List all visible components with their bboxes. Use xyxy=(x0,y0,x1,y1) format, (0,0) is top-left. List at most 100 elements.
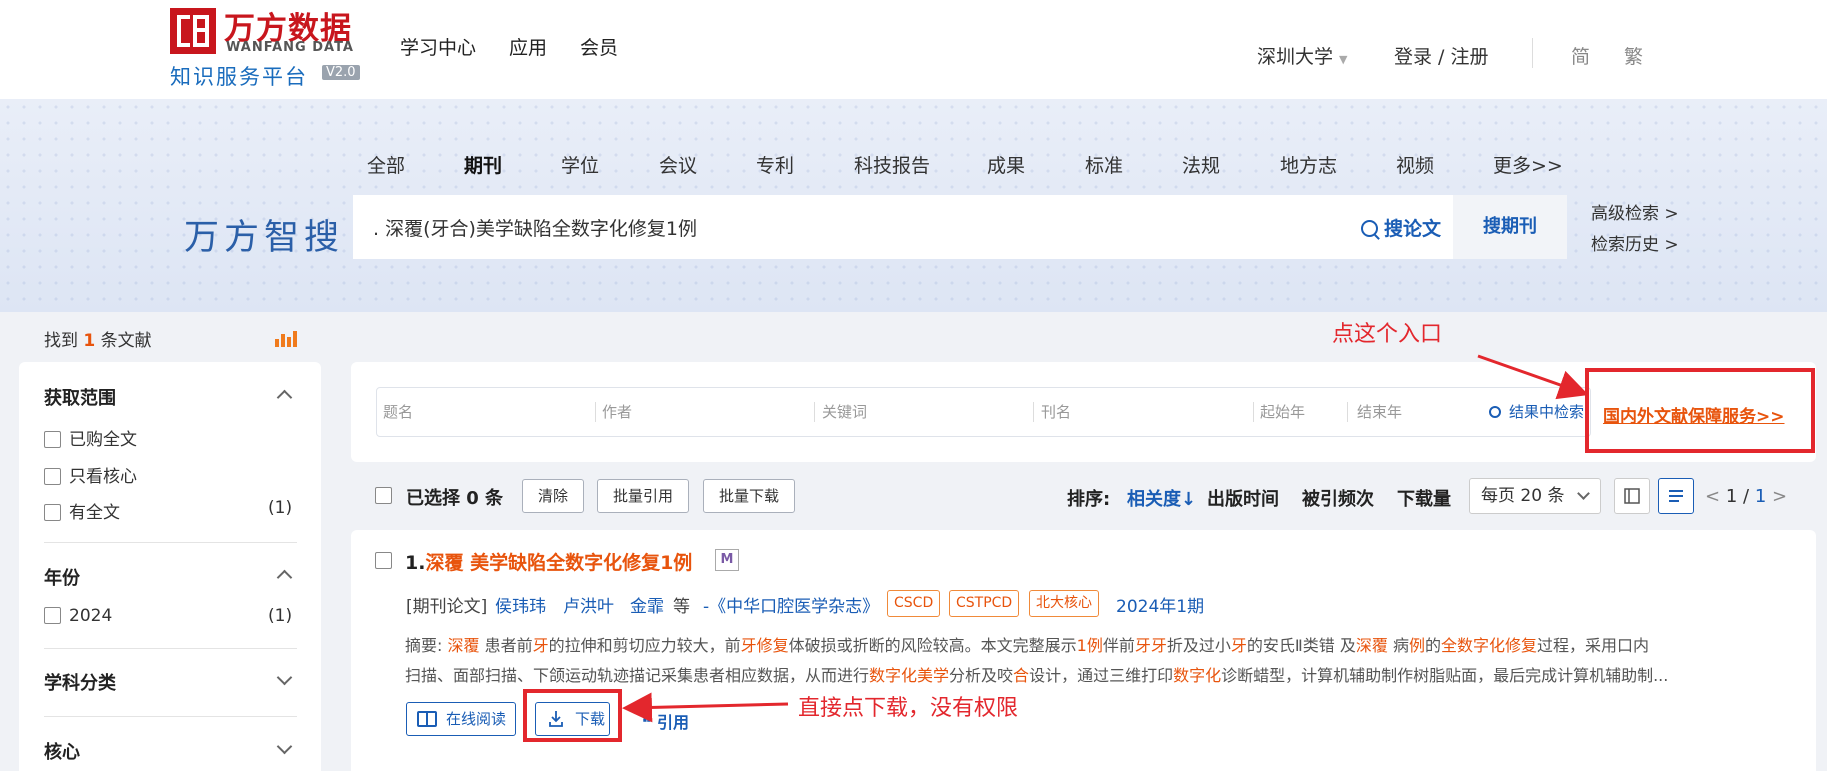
tab-more[interactable]: 更多>> xyxy=(1493,151,1563,178)
cite-button[interactable]: ❝ 引用 xyxy=(642,709,689,733)
advanced-search-link[interactable]: 高级检索 > xyxy=(1591,199,1679,224)
selected-count: 已选择 0 条 xyxy=(406,488,504,509)
abstract-text: 的拉伸和剪切应力较大，前 xyxy=(548,636,741,655)
author-link[interactable]: 侯玮玮 xyxy=(495,592,546,617)
filter-author-input[interactable]: 作者 xyxy=(602,388,782,436)
per-page-select[interactable]: 每页 20 条 xyxy=(1469,478,1601,514)
divider xyxy=(44,648,297,649)
tab-regulation[interactable]: 法规 xyxy=(1182,151,1220,178)
wanfang-logo[interactable]: 万方数据 WANFANG DATA 知识服务平台 V2.0 xyxy=(168,3,368,89)
checkbox[interactable] xyxy=(44,431,61,448)
abstract-text: 伴前 xyxy=(1102,636,1135,655)
search-journal-button[interactable]: 搜期刊 xyxy=(1453,195,1567,259)
author-link[interactable]: 卢洪叶 xyxy=(563,592,614,617)
chevron-up-icon[interactable] xyxy=(276,389,293,406)
annotation-entry-note: 点这个入口 xyxy=(1332,322,1443,347)
abstract-text: 体破损或折断的风险较高。本文完整展示 xyxy=(788,636,1077,655)
result-count-number: 1 xyxy=(83,331,96,351)
abstract-highlight: 全数字化修复 xyxy=(1441,636,1538,655)
issue-link[interactable]: 2024年1期 xyxy=(1116,592,1204,617)
tab-standard[interactable]: 标准 xyxy=(1085,151,1123,178)
filter-start-year-input[interactable]: 起始年 xyxy=(1260,388,1340,436)
lang-traditional[interactable]: 繁 xyxy=(1624,42,1643,69)
page-prev-button[interactable]: < xyxy=(1705,486,1720,507)
result-title-link[interactable]: 1.深覆 美学缺陷全数字化修复1例 xyxy=(405,548,692,575)
abstract-highlight: 牙 xyxy=(1230,636,1247,655)
nav-learning-center[interactable]: 学习中心 xyxy=(400,33,476,60)
search-banner: 全部 期刊 学位 会议 专利 科技报告 成果 标准 法规 地方志 视频 更多>>… xyxy=(0,99,1827,312)
author-link[interactable]: 金霏 xyxy=(630,592,664,617)
abstract-line-2: 扫描、面部扫描、下颌运动轨迹描记采集患者相应数据，从而进行数字化美学分析及咬合设… xyxy=(405,662,1787,686)
batch-cite-button[interactable]: 批量引用 xyxy=(597,479,689,513)
nav-membership[interactable]: 会员 xyxy=(580,33,618,60)
checkbox[interactable] xyxy=(44,504,61,521)
grid-view-icon[interactable] xyxy=(1614,478,1650,514)
search-papers-button[interactable]: 搜论文 xyxy=(1360,214,1441,241)
sort-downloads[interactable]: 下载量 xyxy=(1397,485,1451,511)
page-current: 1 xyxy=(1725,486,1738,507)
abstract-text: 扫描、面部扫描、下颌运动轨迹描记采集患者相应数据，从而进行 xyxy=(405,666,870,685)
secondary-search-fields: 题名 作者 关键词 刊名 起始年 结束年 结果中检索 xyxy=(376,387,1591,437)
abstract-text: 分析及咬 xyxy=(949,666,1014,685)
abstract-text: 患者前 xyxy=(479,636,533,655)
abstract-line-1: 摘要: 深覆 患者前牙的拉伸和剪切应力较大，前牙修复体破损或折断的风险较高。本文… xyxy=(405,632,1787,656)
page-next-button[interactable]: > xyxy=(1772,486,1787,507)
read-online-button[interactable]: 在线阅读 xyxy=(406,702,516,736)
tab-tech-report[interactable]: 科技报告 xyxy=(854,151,930,178)
tab-all[interactable]: 全部 xyxy=(367,151,405,178)
sort-relevance[interactable]: 相关度↓ xyxy=(1127,485,1196,511)
filter-journal-input[interactable]: 刊名 xyxy=(1041,388,1221,436)
divider xyxy=(814,402,815,422)
facet-option-has-fulltext[interactable]: 有全文 xyxy=(44,498,120,523)
checkbox[interactable] xyxy=(44,468,61,485)
facet-scope-title[interactable]: 获取范围 xyxy=(44,384,116,410)
statistics-chart-icon[interactable] xyxy=(275,327,297,347)
result-checkbox[interactable] xyxy=(375,552,392,569)
search-history-link[interactable]: 检索历史 > xyxy=(1591,230,1679,255)
facet-year-title[interactable]: 年份 xyxy=(44,564,80,590)
facet-subject-title[interactable]: 学科分类 xyxy=(44,669,116,695)
annotation-download-note: 直接点下载，没有权限 xyxy=(798,696,1019,721)
tab-journal[interactable]: 期刊 xyxy=(464,151,502,178)
select-all-checkbox[interactable] xyxy=(375,487,392,504)
institution-selector[interactable]: 深圳大学 ▼ xyxy=(1257,42,1347,69)
filter-title-input[interactable]: 题名 xyxy=(383,388,563,436)
chevron-down-icon[interactable] xyxy=(276,738,293,755)
tab-local-chronicle[interactable]: 地方志 xyxy=(1280,151,1337,178)
search-in-results-button[interactable]: 结果中检索 xyxy=(1489,388,1584,436)
abstract-text: 摘要: xyxy=(405,636,448,655)
facet-option-year-2024[interactable]: 2024 xyxy=(44,606,112,626)
tab-degree[interactable]: 学位 xyxy=(561,151,599,178)
tab-achievement[interactable]: 成果 xyxy=(987,151,1025,178)
lang-simplified[interactable]: 简 xyxy=(1571,42,1590,69)
page-total[interactable]: 1 xyxy=(1755,486,1766,507)
annotation-box-download xyxy=(523,689,622,742)
filter-end-year-input[interactable]: 结束年 xyxy=(1357,388,1437,436)
chevron-up-icon[interactable] xyxy=(276,569,293,586)
sort-citations[interactable]: 被引频次 xyxy=(1302,485,1374,511)
facet-option-purchased[interactable]: 已购全文 xyxy=(44,425,137,450)
checkbox[interactable] xyxy=(44,607,61,624)
search-input[interactable] xyxy=(373,195,1353,259)
tab-conference[interactable]: 会议 xyxy=(659,151,697,178)
facet-count: (1) xyxy=(268,498,293,518)
divider xyxy=(44,716,297,717)
list-view-icon[interactable] xyxy=(1658,478,1694,514)
divider xyxy=(1033,402,1034,422)
abstract-text: 的 xyxy=(1425,636,1442,655)
result-count: 找到 1 条文献 xyxy=(44,331,152,351)
clear-button[interactable]: 清除 xyxy=(522,479,584,513)
abstract-text: 的安氏Ⅱ类错 及 xyxy=(1246,636,1356,655)
sort-publish-date[interactable]: 出版时间 xyxy=(1207,485,1279,511)
facet-option-core-only[interactable]: 只看核心 xyxy=(44,462,137,487)
chevron-down-icon[interactable] xyxy=(276,669,293,686)
login-register-link[interactable]: 登录 / 注册 xyxy=(1394,42,1488,69)
tab-video[interactable]: 视频 xyxy=(1396,151,1434,178)
tab-patent[interactable]: 专利 xyxy=(756,151,794,178)
annotation-box-service xyxy=(1585,368,1815,453)
nav-apps[interactable]: 应用 xyxy=(509,33,547,60)
journal-link[interactable]: -《中华口腔医学杂志》 xyxy=(703,592,879,617)
filter-keyword-input[interactable]: 关键词 xyxy=(822,388,1002,436)
facet-core-title[interactable]: 核心 xyxy=(44,738,80,764)
batch-download-button[interactable]: 批量下载 xyxy=(703,479,795,513)
